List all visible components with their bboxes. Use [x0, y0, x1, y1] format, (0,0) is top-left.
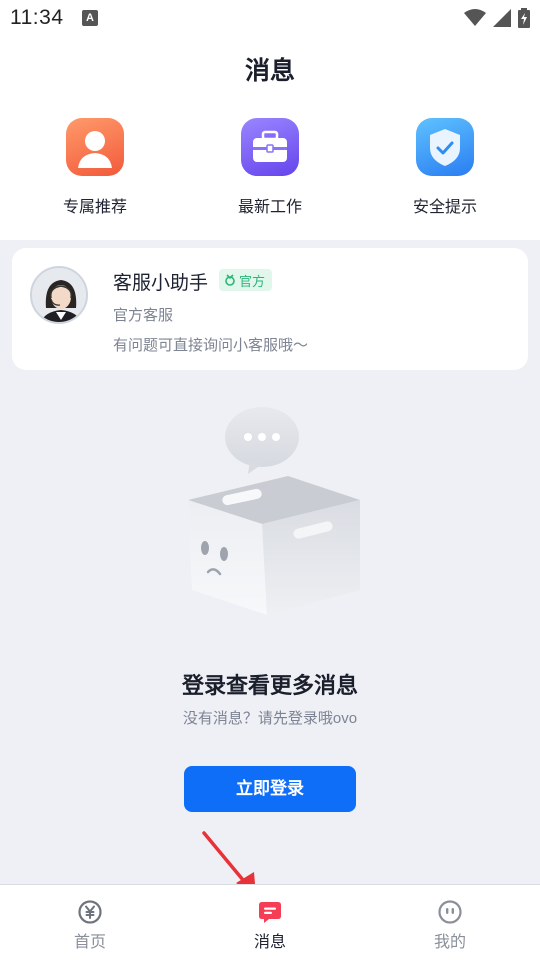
wifi-icon	[464, 9, 486, 26]
official-icon	[225, 274, 235, 286]
login-button[interactable]: 立即登录	[184, 766, 356, 812]
quick-action-safety[interactable]: 安全提示	[375, 118, 515, 217]
quick-action-recommend[interactable]: 专属推荐	[25, 118, 165, 217]
notification-icon: A	[82, 10, 98, 26]
tab-label: 我的	[433, 934, 466, 951]
status-time: 11:34	[10, 6, 64, 29]
avatar	[30, 266, 88, 324]
card-subtitle: 官方客服	[113, 307, 174, 324]
tab-label: 消息	[253, 934, 286, 951]
briefcase-icon	[241, 118, 299, 176]
face-icon	[438, 900, 462, 924]
message-icon	[259, 902, 281, 923]
header: 消息 专属推荐 最新工作 安全提示	[0, 36, 540, 240]
empty-subtitle: 没有消息？请先登录哦ovo	[182, 710, 358, 727]
shield-check-icon	[416, 118, 474, 176]
tab-label: 首页	[73, 934, 106, 951]
tab-home[interactable]: 首页	[30, 885, 150, 960]
tab-messages[interactable]: 消息	[210, 885, 330, 960]
badge-label: 官方	[239, 273, 266, 289]
quick-action-label: 最新工作	[237, 199, 302, 216]
service-chat-card[interactable]: 客服小助手 官方 官方客服 有问题可直接询问小客服哦～	[12, 248, 528, 370]
battery-icon	[518, 8, 530, 28]
person-icon	[66, 118, 124, 176]
card-description: 有问题可直接询问小客服哦～	[113, 337, 309, 354]
status-icons	[464, 7, 530, 29]
signal-icon	[493, 9, 511, 27]
tab-profile[interactable]: 我的	[390, 885, 510, 960]
bottom-tab-bar: 首页 消息 我的	[0, 884, 540, 960]
official-badge: 官方	[219, 269, 273, 291]
card-name: 客服小助手	[113, 273, 209, 294]
empty-title: 登录查看更多消息	[181, 673, 358, 698]
quick-action-label: 安全提示	[412, 199, 477, 216]
page-title: 消息	[244, 57, 295, 85]
quick-action-label: 专属推荐	[62, 199, 127, 216]
quick-action-jobs[interactable]: 最新工作	[200, 118, 340, 217]
status-bar: 11:34 A	[0, 0, 540, 36]
yen-circle-icon	[78, 900, 102, 924]
empty-box-illustration	[170, 400, 370, 625]
